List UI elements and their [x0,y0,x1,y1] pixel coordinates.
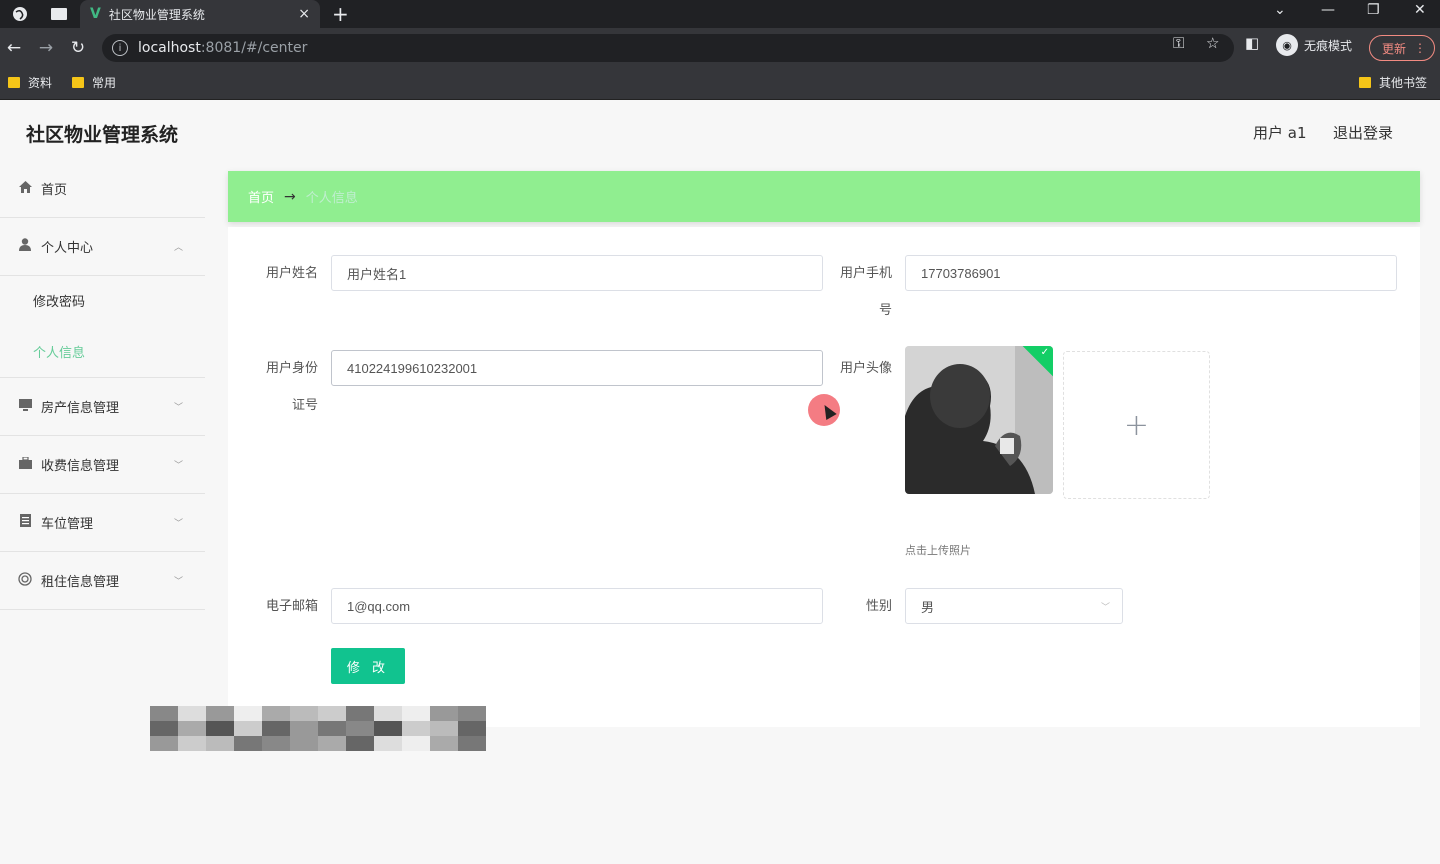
breadcrumb-home[interactable]: 首页 [248,187,274,206]
breadcrumb-current: 个人信息 [305,191,358,206]
more-icon: ⋮ [1414,41,1426,55]
sidebar-item-fee-info[interactable]: 收费信息管理 ﹀ [0,436,205,494]
reload-icon[interactable]: ↻ [68,38,88,58]
incognito-label: 无痕模式 [1304,38,1353,53]
active-browser-tab[interactable]: V 社区物业管理系统 × [80,0,320,28]
chevron-down-icon: ﹀ [173,403,183,413]
logout-link[interactable]: 退出登录 [1333,122,1393,143]
sidebar-item-rental[interactable]: 租住信息管理 ﹀ [0,552,205,610]
bookmark-folder-changyong[interactable]: 常用 [72,74,116,91]
tab-close-icon[interactable]: × [298,6,310,22]
browser-tabbar: V 社区物业管理系统 × + ⌄ — ❐ ✕ [0,0,1440,28]
back-icon[interactable]: ← [4,38,24,58]
user-icon [17,238,33,255]
sidebar-item-label: 房产信息管理 [41,401,120,416]
update-label: 更新 [1382,41,1407,56]
browser-toolbar: ← → ↻ i localhost:8081/#/center ⚿ ☆ ◧ ◉ … [0,28,1440,68]
minimize-icon[interactable]: — [1321,2,1335,18]
check-icon: ✓ [1040,347,1049,358]
submit-button[interactable]: 修 改 [331,648,405,684]
document-icon [17,514,33,531]
monitor-icon [17,398,33,415]
star-icon[interactable]: ☆ [1206,34,1219,52]
plus-icon: + [1123,407,1150,443]
phone-input[interactable]: 17703786901 [905,255,1397,291]
sidebar-item-property-info[interactable]: 房产信息管理 ﹀ [0,378,205,436]
incognito-icon: ◉ [1276,34,1298,56]
bookmark-folder-ziliao[interactable]: 资料 [8,74,52,91]
tab-search-icon[interactable] [48,4,70,24]
globe-icon[interactable] [9,4,31,24]
avatar-upload-button[interactable]: + [1063,351,1210,499]
idcard-input[interactable]: 410224199610232001 [331,350,823,386]
avatar-image[interactable]: ✓ [905,346,1053,494]
site-info-icon[interactable]: i [112,40,128,56]
idcard-label-line1: 用户身份 [265,361,318,376]
chevron-down-icon: ﹀ [173,519,183,529]
phone-label-line1: 用户手机 [839,266,892,281]
forward-icon[interactable]: → [36,38,56,58]
close-window-icon[interactable]: ✕ [1414,2,1426,18]
bookmark-label: 资料 [28,76,53,90]
breadcrumb: 首页 → 个人信息 [228,171,1420,222]
pixelated-watermark [150,706,486,752]
bookmarks-bar: 资料 常用 其他书签 [0,68,1440,100]
gender-selected-value: 男 [921,599,935,615]
sidebar-item-label: 首页 [41,183,68,198]
chevron-up-icon: ︿ [173,243,183,253]
name-label: 用户姓名 [265,266,318,281]
gender-label: 性别 [865,599,892,614]
sidebar-item-home[interactable]: 首页 [0,160,205,218]
personal-center-submenu: 修改密码 个人信息 [0,276,205,378]
new-tab-button[interactable]: + [332,2,349,26]
sidebar-item-parking[interactable]: 车位管理 ﹀ [0,494,205,552]
key-icon[interactable]: ⚿ [1173,34,1184,52]
folder-icon [8,77,20,88]
app-title: 社区物业管理系统 [26,124,179,146]
tab-title: 社区物业管理系统 [108,7,205,22]
gender-select[interactable]: 男 ﹀ [905,588,1123,624]
url-host: localhost [138,40,201,56]
app-root: 社区物业管理系统 用户 a1 退出登录 首页 个人中心 ︿ 修改密码 个人信息 … [0,100,1440,864]
vue-logo-icon: V [90,6,101,22]
chevron-down-icon: ﹀ [173,461,183,471]
sidebar-item-label: 个人中心 [41,241,94,256]
home-icon [17,180,33,197]
sidepanel-icon[interactable]: ◧ [1245,34,1259,52]
folder-icon [72,77,84,88]
restore-icon[interactable]: ❐ [1367,2,1380,18]
email-input[interactable]: 1@qq.com [331,588,823,624]
chevron-down-icon: ﹀ [173,577,183,587]
bookmark-label: 常用 [92,76,117,90]
current-user: 用户 a1 [1253,124,1307,142]
submenu-change-password[interactable]: 修改密码 [33,291,85,310]
other-bookmarks-label: 其他书签 [1379,76,1428,90]
sidebar-item-label: 收费信息管理 [41,459,120,474]
sidebar-item-personal-center[interactable]: 个人中心 ︿ [0,218,205,276]
incognito-indicator[interactable]: ◉ 无痕模式 [1276,34,1352,56]
sidebar-item-label: 租住信息管理 [41,575,120,590]
submenu-personal-info[interactable]: 个人信息 [33,342,85,361]
avatar-label: 用户头像 [839,361,892,376]
folder-icon [1359,77,1371,88]
sidebar-item-label: 车位管理 [41,517,94,532]
breadcrumb-arrow-icon: → [284,188,296,205]
circle-icon [17,571,33,590]
phone-label-line2: 号 [878,303,892,318]
url-path: :8081/#/center [200,40,308,56]
idcard-label-line2: 证号 [291,398,318,413]
upload-hint: 点击上传照片 [905,544,971,557]
name-input[interactable]: 用户姓名1 [331,255,823,291]
update-button[interactable]: 更新 ⋮ [1369,35,1435,61]
chevron-down-icon: ﹀ [1100,602,1110,612]
briefcase-icon [17,455,33,473]
email-label: 电子邮箱 [265,599,318,614]
avatar-photo-icon [905,346,1053,494]
address-bar[interactable]: i localhost:8081/#/center [102,34,1234,62]
tab-list-icon[interactable]: ⌄ [1274,2,1286,18]
other-bookmarks[interactable]: 其他书签 [1359,74,1427,91]
sidebar: 首页 个人中心 ︿ 修改密码 个人信息 房产信息管理 ﹀ 收费信息管理 ﹀ 车位… [0,160,205,610]
